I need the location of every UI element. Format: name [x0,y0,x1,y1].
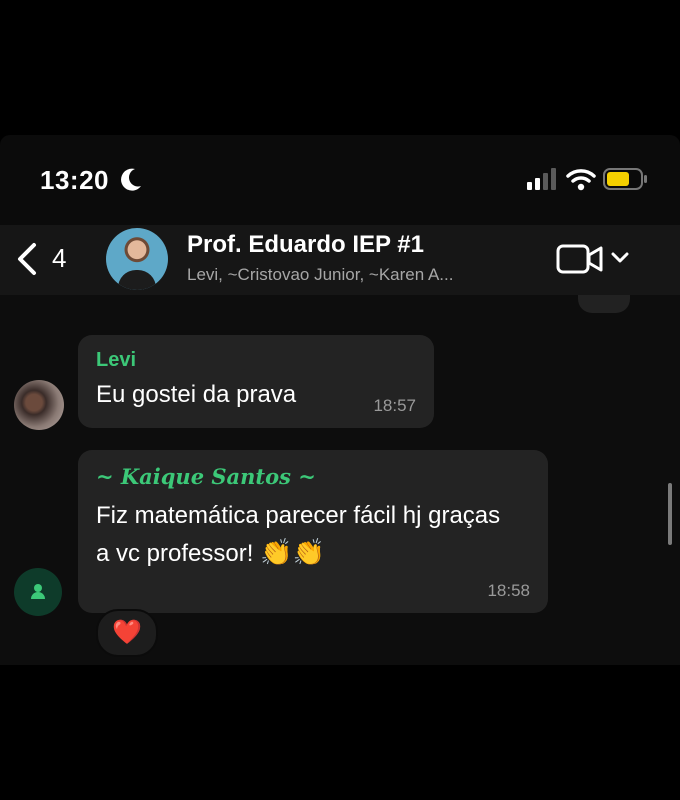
sender-name[interactable]: ~ Kaique Santos ~ [96,464,316,489]
wifi-icon [566,169,596,191]
avatar[interactable] [14,380,64,430]
previous-message-reaction [578,295,630,313]
chat-screen: 13:20 4 Prof. Eduardo IEP #1 Levi, ~Cris… [0,135,680,665]
group-title[interactable]: Prof. Eduardo IEP #1 [187,231,424,259]
message-time: 18:58 [487,581,530,600]
message-time: 18:57 [373,396,416,415]
message-text: Eu gostei da prava [96,381,297,408]
cellular-signal-icon [527,168,556,190]
chat-header: 4 Prof. Eduardo IEP #1 Levi, ~Cristovao … [0,225,680,295]
message-bubble[interactable]: Levi Eu gostei da prava 18:57 [78,335,434,428]
group-avatar[interactable] [106,228,168,290]
scrollbar[interactable] [668,483,672,545]
moon-icon [121,168,141,191]
chevron-down-icon[interactable] [610,251,630,265]
message-text-container: Fiz matemática parecer fácil hj graças a… [96,498,516,572]
default-avatar-icon[interactable] [14,568,62,616]
video-call-icon[interactable] [556,242,604,276]
message-bubble[interactable]: ~ Kaique Santos ~ Fiz matemática parecer… [78,450,548,613]
clapping-hands-emoji: 👏👏 [260,537,325,567]
status-time: 13:20 [40,165,109,195]
person-icon [31,584,45,599]
back-chevron-icon[interactable] [14,239,40,279]
group-members[interactable]: Levi, ~Cristovao Junior, ~Karen A... [187,265,453,285]
battery-icon [603,168,647,190]
unread-count[interactable]: 4 [52,243,66,274]
sender-name[interactable]: Levi [96,349,136,372]
heart-reaction[interactable]: ❤️ [96,609,158,657]
status-bar: 13:20 [0,135,680,225]
